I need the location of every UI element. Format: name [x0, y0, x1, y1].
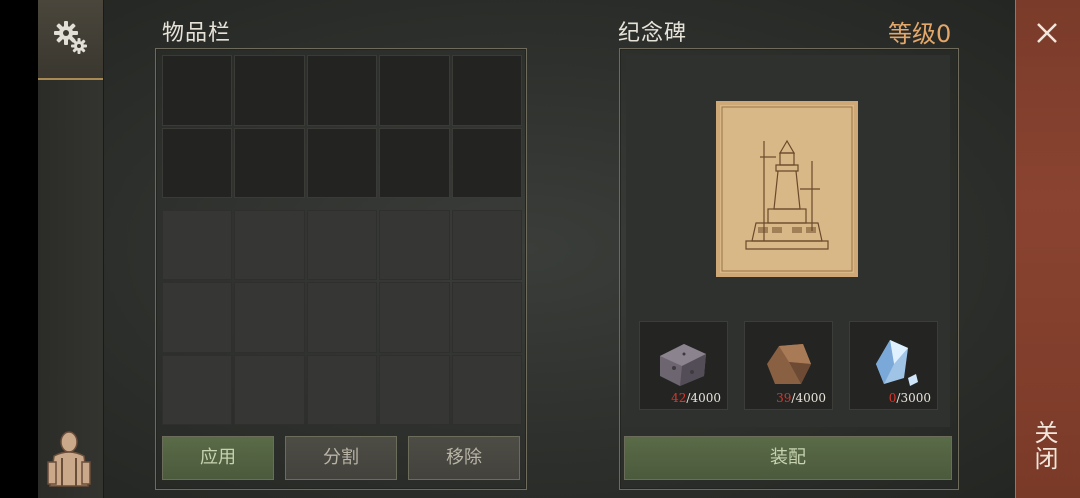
locked-slot	[379, 210, 450, 281]
inventory-grid-top	[162, 55, 522, 198]
locked-slot	[162, 282, 233, 353]
equip-button[interactable]: 装配	[624, 436, 952, 480]
locked-slot	[234, 282, 305, 353]
character-icon[interactable]	[44, 428, 94, 490]
remove-button[interactable]: 移除	[408, 436, 520, 480]
inventory-slot[interactable]	[451, 127, 522, 198]
resource-count: 0/3000	[888, 391, 931, 405]
locked-slot	[451, 210, 522, 281]
locked-slot	[451, 354, 522, 425]
split-button[interactable]: 分割	[285, 436, 397, 480]
resource-count: 42/4000	[671, 391, 721, 405]
inventory-slot[interactable]	[451, 55, 522, 126]
locked-slot	[162, 354, 233, 425]
gear-icon[interactable]	[53, 20, 89, 56]
crystal-icon	[876, 340, 918, 386]
resource-slot-rock[interactable]: 39/4000	[744, 321, 833, 410]
locked-slot	[234, 210, 305, 281]
apply-button[interactable]: 应用	[162, 436, 274, 480]
inventory-slot[interactable]	[379, 127, 450, 198]
level-label: 等级0	[888, 20, 952, 48]
locked-slot	[306, 282, 378, 353]
locked-slot	[379, 354, 450, 425]
monument-title: 纪念碑	[618, 21, 688, 46]
inventory-slot[interactable]	[234, 55, 305, 126]
close-label[interactable]: 关闭	[1030, 420, 1062, 472]
rock-ore-icon	[767, 344, 811, 384]
screen-edge	[0, 0, 38, 498]
inventory-slot[interactable]	[234, 127, 305, 198]
resource-count: 39/4000	[776, 391, 826, 405]
inventory-grid-locked	[162, 210, 522, 425]
locked-slot	[306, 354, 378, 425]
inventory-slot[interactable]	[306, 127, 378, 198]
locked-slot	[306, 210, 378, 281]
inventory-slot[interactable]	[379, 55, 450, 126]
inventory-slot[interactable]	[162, 127, 233, 198]
locked-slot	[162, 210, 233, 281]
locked-slot	[234, 354, 305, 425]
monument-blueprint-image	[716, 101, 858, 277]
locked-slot	[451, 282, 522, 353]
inventory-slot[interactable]	[162, 55, 233, 126]
resource-slot-stone[interactable]: 42/4000	[639, 321, 728, 410]
locked-slot	[379, 282, 450, 353]
close-icon[interactable]	[1032, 18, 1062, 48]
resource-slot-crystal[interactable]: 0/3000	[849, 321, 938, 410]
inventory-title: 物品栏	[162, 21, 232, 46]
inventory-slot[interactable]	[306, 55, 378, 126]
stone-block-icon	[660, 344, 706, 386]
